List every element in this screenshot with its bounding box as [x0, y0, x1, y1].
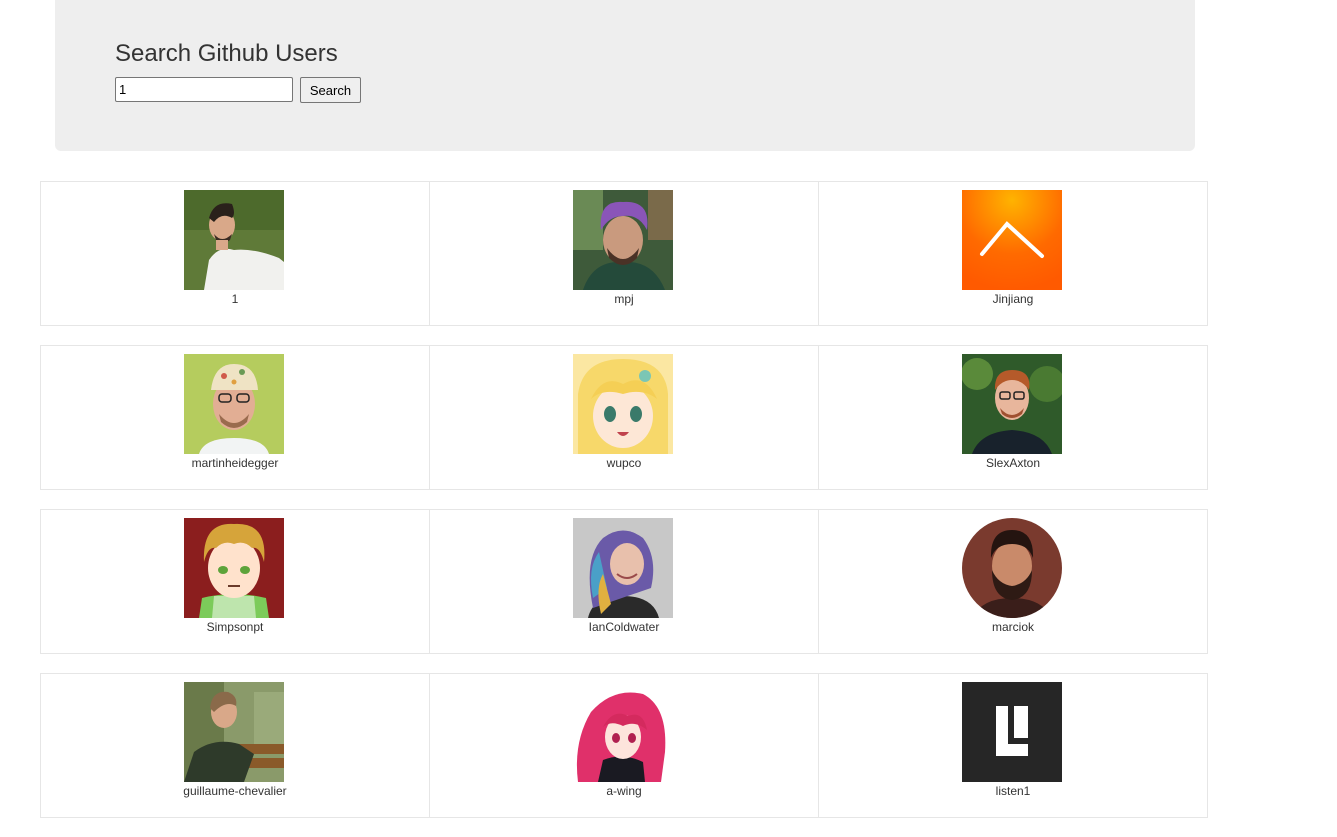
page-title: Search Github Users [115, 40, 338, 67]
user-login[interactable]: SlexAxton [819, 456, 1207, 470]
search-button[interactable]: Search [300, 77, 361, 103]
anime-blonde-girl-avatar[interactable] [573, 354, 673, 454]
search-input[interactable] [115, 77, 293, 102]
user-login[interactable]: Jinjiang [819, 292, 1207, 306]
man-with-cap-avatar[interactable] [184, 354, 284, 454]
user-card: IanColdwater [429, 509, 819, 654]
results-row: guillaume-chevalier a-wing listen1 [40, 673, 1210, 818]
user-card: 1 [40, 181, 430, 326]
user-card: listen1 [818, 673, 1208, 818]
user-card: wupco [429, 345, 819, 490]
anime-pink-hair-avatar[interactable] [573, 682, 673, 782]
user-login[interactable]: guillaume-chevalier [41, 784, 429, 798]
man-on-grass-avatar[interactable] [184, 190, 284, 290]
user-login[interactable]: Simpsonpt [41, 620, 429, 634]
l-logo-avatar[interactable] [962, 682, 1062, 782]
results-row: Simpsonpt IanColdwater marciok [40, 509, 1210, 654]
user-login[interactable]: mpj [430, 292, 818, 306]
search-section: Search Github Users Search [55, 0, 1195, 151]
user-card: Simpsonpt [40, 509, 430, 654]
user-login[interactable]: listen1 [819, 784, 1207, 798]
user-card: Jinjiang [818, 181, 1208, 326]
cartoon-curly-hair-avatar[interactable] [184, 518, 284, 618]
user-login[interactable]: 1 [41, 292, 429, 306]
user-card: a-wing [429, 673, 819, 818]
rainbow-hair-woman-avatar[interactable] [573, 518, 673, 618]
bearded-man-round-avatar[interactable] [962, 518, 1062, 618]
user-login[interactable]: IanColdwater [430, 620, 818, 634]
results-row: martinheidegger wupco SlexAxton [40, 345, 1210, 490]
user-card: marciok [818, 509, 1208, 654]
user-card: mpj [429, 181, 819, 326]
user-card: martinheidegger [40, 345, 430, 490]
orange-caret-logo-avatar[interactable] [962, 190, 1062, 290]
user-login[interactable]: martinheidegger [41, 456, 429, 470]
man-on-bench-avatar[interactable] [184, 682, 284, 782]
user-login[interactable]: a-wing [430, 784, 818, 798]
purple-hair-man-avatar[interactable] [573, 190, 673, 290]
user-card: SlexAxton [818, 345, 1208, 490]
user-login[interactable]: wupco [430, 456, 818, 470]
user-card: guillaume-chevalier [40, 673, 430, 818]
user-login[interactable]: marciok [819, 620, 1207, 634]
results-row: 1 mpj Jinjiang [40, 181, 1210, 326]
red-haired-man-avatar[interactable] [962, 354, 1062, 454]
user-results-grid: 1 mpj Jinjiang martinheidegger wupco Sle… [40, 181, 1210, 837]
